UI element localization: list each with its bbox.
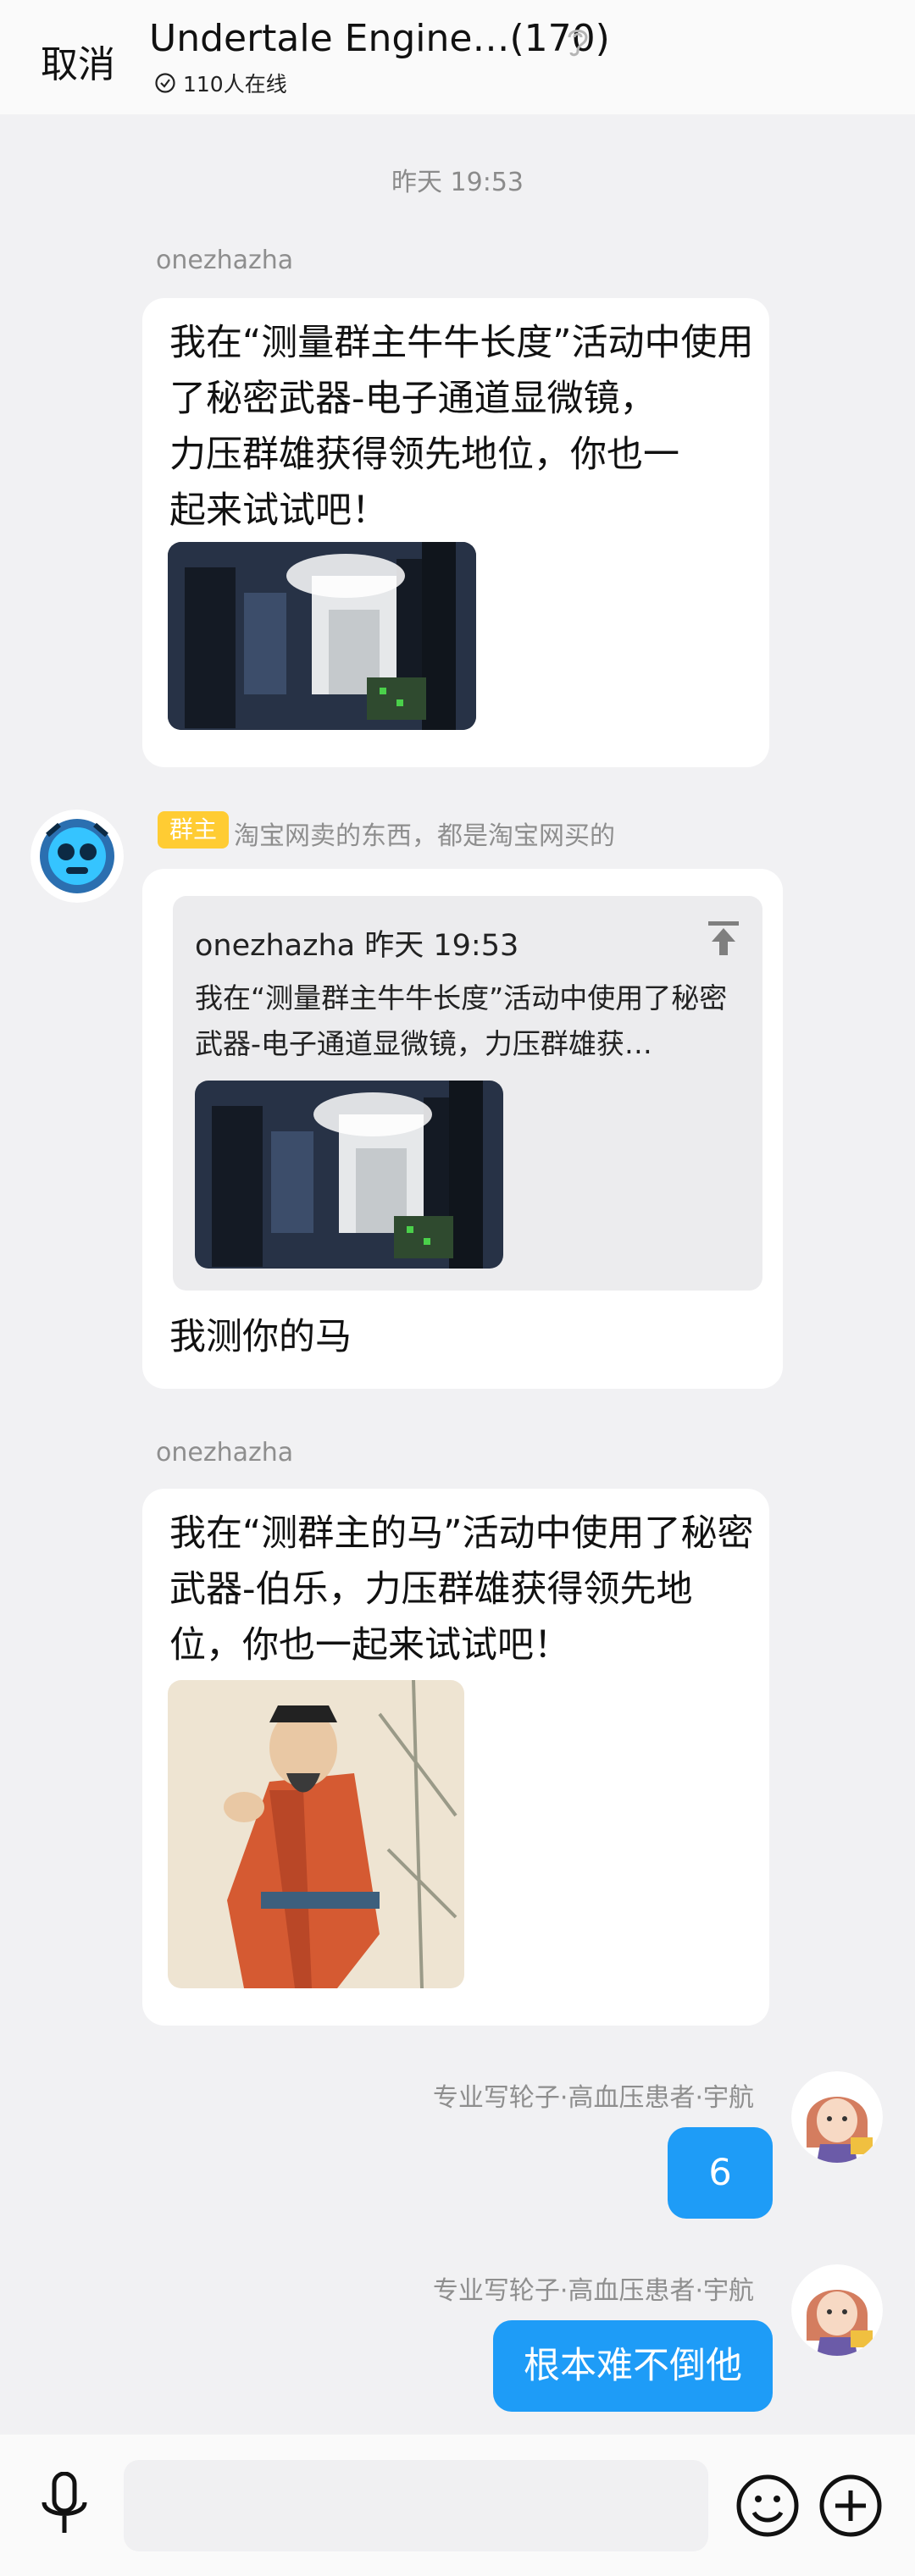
sender-name: 专业写轮子·高血压患者·宇航 (432, 2083, 754, 2113)
sender-name: 淘宝网卖的东西，都是淘宝网买的 (234, 821, 615, 851)
message-image-painting[interactable] (168, 1680, 464, 1988)
plus-circle-icon[interactable] (818, 2474, 883, 2538)
message-timestamp: 昨天 19:53 (391, 168, 524, 197)
message-bubble-self[interactable]: 根本难不倒他 (493, 2320, 773, 2412)
message-text: 我在“测群主的马”活动中使用了秘密武器-伯乐，力压群雄获得领先地位，你也一起来试… (169, 1512, 754, 1667)
microphone-icon[interactable] (37, 2472, 92, 2536)
check-circle-icon (155, 73, 175, 93)
sender-name: onezhazha (156, 246, 294, 275)
message-text: 我在“测量群主牛牛长度”活动中使用了秘密武器-电子通道显微镜， 力压群雄获得领先… (169, 315, 754, 539)
sender-name: onezhazha (156, 1438, 294, 1468)
group-owner-badge: 群主 (158, 811, 229, 849)
ear-icon[interactable] (561, 22, 595, 59)
message-text-line: 力压群雄获得领先地位，你也一 (169, 434, 679, 476)
quoted-message[interactable]: onezhazha 昨天 19:53 我在“测量群主牛牛长度”活动中使用了秘密武… (173, 896, 762, 1291)
quoted-image-microscope[interactable] (195, 1081, 503, 1269)
message-bubble[interactable]: 我在“测量群主牛牛长度”活动中使用了秘密武器-电子通道显微镜， 力压群雄获得领先… (142, 298, 769, 767)
message-image-microscope[interactable] (168, 542, 476, 730)
message-text-line: 起来试试吧！ (169, 489, 388, 532)
message-input[interactable] (124, 2460, 708, 2551)
chat-header: 取消 Undertale Engine…(170) 110人在线 (0, 0, 915, 114)
chat-title[interactable]: Undertale Engine…(170) (149, 17, 610, 60)
quote-text: 我在“测量群主牛牛长度”活动中使用了秘密武器-电子通道显微镜，力压群雄获… (195, 981, 728, 1060)
online-count-text: 110人在线 (183, 72, 287, 97)
sender-name: 专业写轮子·高血压患者·宇航 (432, 2276, 754, 2306)
avatar[interactable] (30, 810, 124, 903)
self-avatar[interactable] (791, 2071, 883, 2163)
composer-bar (0, 2435, 915, 2576)
quote-header: onezhazha 昨天 19:53 (195, 929, 519, 963)
emoji-icon[interactable] (735, 2474, 800, 2538)
pin-top-icon[interactable] (707, 920, 740, 957)
online-count[interactable]: 110人在线 (154, 69, 287, 97)
self-avatar[interactable] (791, 2264, 883, 2356)
cancel-button[interactable]: 取消 (41, 34, 115, 88)
message-text-line: 我在“测量群主牛牛长度”活动中使用了秘密武器-电子通道显微镜， (169, 322, 754, 420)
message-bubble[interactable]: 我在“测群主的马”活动中使用了秘密武器-伯乐，力压群雄获得领先地位，你也一起来试… (142, 1489, 769, 2026)
message-bubble-self[interactable]: 6 (668, 2127, 773, 2219)
reply-text: 我测你的马 (169, 1316, 352, 1358)
